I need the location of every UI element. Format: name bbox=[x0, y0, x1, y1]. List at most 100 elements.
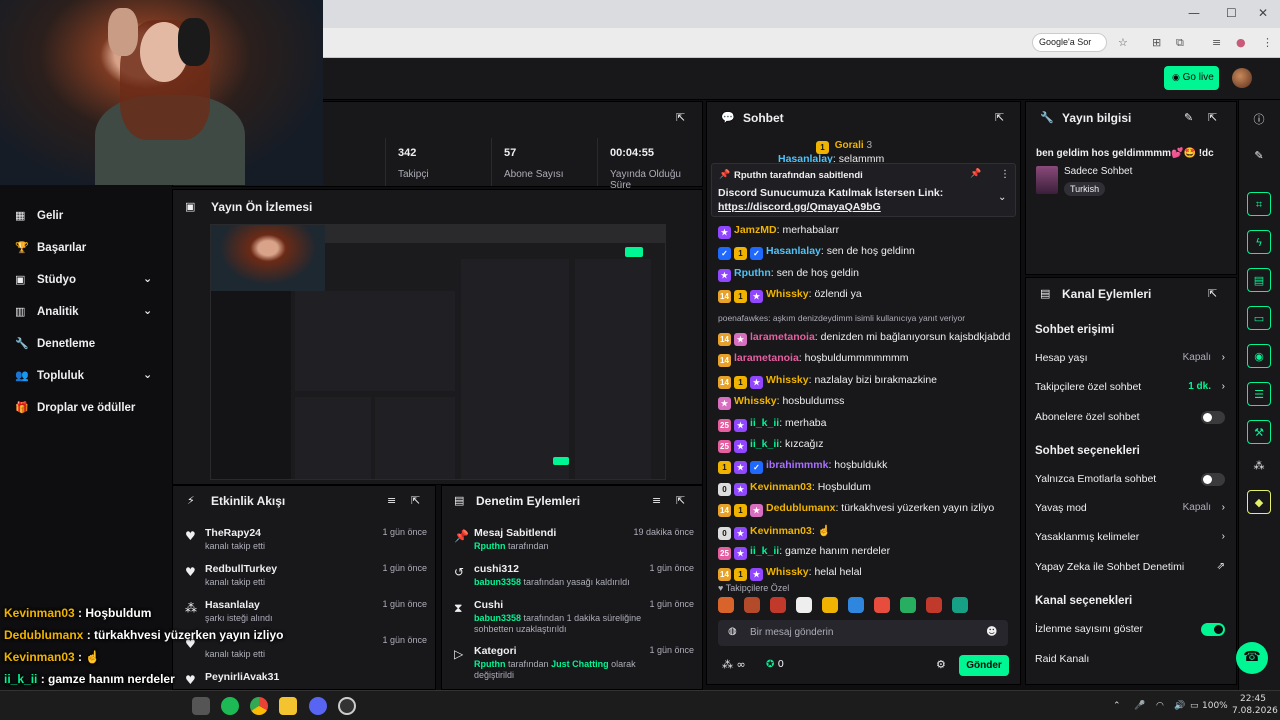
discord-icon[interactable] bbox=[309, 697, 327, 715]
chat-badge-icon[interactable]: ★ bbox=[734, 333, 747, 346]
sidebar-item-droplar-ve-ödüller[interactable]: 🎁 Droplar ve ödüller bbox=[0, 395, 172, 423]
raid-row[interactable]: Raid Kanalı bbox=[1035, 653, 1225, 673]
points-icon[interactable]: ⁂ bbox=[1247, 454, 1271, 478]
extensions-icon[interactable]: ⧉ bbox=[1176, 36, 1184, 50]
chat-badge-icon[interactable]: 0 bbox=[718, 526, 731, 540]
emote-icon[interactable] bbox=[874, 597, 890, 613]
emote-picker-icon[interactable]: ☻ bbox=[986, 625, 997, 638]
clock-date[interactable]: 7.08.2026 bbox=[1232, 706, 1278, 716]
channel-points-button[interactable]: ⁂ ∞ bbox=[722, 658, 746, 671]
chat-username[interactable]: Kevinman03 bbox=[750, 525, 812, 537]
chat-username[interactable]: ii_k_ii bbox=[750, 438, 779, 450]
sidebar-item-topluluk[interactable]: 👥 Topluluk ⌄ bbox=[0, 363, 172, 391]
chat-username[interactable]: JamzMD bbox=[734, 224, 777, 236]
go-live-button[interactable]: ◉ Go live bbox=[1164, 66, 1219, 90]
popout-icon[interactable]: ⇱ bbox=[1208, 287, 1217, 300]
pinned-link[interactable]: https://discord.gg/QmayaQA9bG bbox=[718, 201, 881, 213]
slow-mode-row[interactable]: Yavaş mod Kapalı › bbox=[1035, 502, 1225, 522]
chat-badge-icon[interactable]: 14 bbox=[718, 568, 731, 582]
activity-user[interactable]: TheRapy24 bbox=[205, 527, 261, 539]
chat-username[interactable]: Whissky bbox=[766, 288, 809, 300]
translate-icon[interactable]: ⊞ bbox=[1152, 36, 1161, 49]
chat-badge-icon[interactable]: 1 bbox=[734, 568, 747, 582]
chat-badge-icon[interactable]: ★ bbox=[734, 418, 747, 432]
wifi-icon[interactable]: ◠ bbox=[1156, 701, 1164, 711]
chat-badge-icon[interactable]: ★ bbox=[718, 268, 731, 282]
filter-icon[interactable]: ≡ bbox=[652, 494, 661, 507]
emote-icon[interactable] bbox=[952, 597, 968, 613]
notes-icon[interactable]: ▤ bbox=[1247, 268, 1271, 292]
chat-badge-icon[interactable]: 14 bbox=[718, 504, 731, 518]
chat-badge-icon[interactable]: ★ bbox=[750, 375, 763, 389]
chat-badge-icon[interactable]: 1 bbox=[734, 375, 747, 389]
chat-badge-icon[interactable]: ★ bbox=[750, 504, 763, 518]
chat-badge-icon[interactable]: ★ bbox=[718, 226, 731, 239]
chat-badge-icon[interactable]: 14 bbox=[718, 375, 731, 389]
emote-icon[interactable] bbox=[770, 597, 786, 613]
chat-badge-icon[interactable]: 25 bbox=[718, 418, 731, 432]
chat-username[interactable]: larametanoia bbox=[750, 331, 815, 343]
chat-username[interactable]: ibrahimmmk bbox=[766, 459, 828, 471]
chat-badge-icon[interactable]: ★ bbox=[734, 547, 747, 560]
chat-badge-icon[interactable]: 25 bbox=[718, 547, 731, 560]
edit-icon[interactable]: ✎ bbox=[1184, 111, 1193, 124]
chat-username[interactable]: Hasanlalay bbox=[766, 245, 821, 257]
lightning-icon[interactable]: ϟ bbox=[1247, 230, 1271, 254]
mic-icon[interactable]: 🎤 bbox=[1134, 701, 1145, 711]
banned-words-row[interactable]: Yasaklanmış kelimeler › bbox=[1035, 531, 1225, 551]
sidebar-item-stüdyo[interactable]: ▣ Stüdyo ⌄ bbox=[0, 267, 172, 295]
mod-user[interactable]: Rputhn bbox=[474, 659, 506, 669]
popout-icon[interactable]: ⇱ bbox=[411, 494, 420, 507]
chat-badge-icon[interactable]: ★ bbox=[718, 397, 731, 411]
chat-badge-icon[interactable]: ★ bbox=[734, 461, 747, 475]
unpin-icon[interactable]: 📌 bbox=[970, 169, 981, 179]
mod-user[interactable]: babun3358 bbox=[474, 577, 521, 587]
chat-badge-icon[interactable]: 25 bbox=[718, 440, 731, 453]
emote-only-toggle[interactable] bbox=[1201, 473, 1225, 486]
emote-icon[interactable] bbox=[744, 597, 760, 613]
chat-username[interactable]: Whissky bbox=[766, 566, 809, 578]
file-app-icon[interactable] bbox=[192, 697, 210, 715]
chat-username[interactable]: Rputhn bbox=[734, 267, 771, 279]
filter-icon[interactable]: ≡ bbox=[387, 494, 396, 507]
close-icon[interactable]: ✕ bbox=[1258, 6, 1268, 20]
spotify-icon[interactable] bbox=[221, 697, 239, 715]
chat-badge-icon[interactable]: ★ bbox=[750, 568, 763, 582]
sidebar-item-analitik[interactable]: ▥ Analitik ⌄ bbox=[0, 299, 172, 327]
google-ask-button[interactable]: Google'a Sor bbox=[1032, 33, 1107, 52]
emote-icon[interactable] bbox=[900, 597, 916, 613]
maximize-icon[interactable]: ☐ bbox=[1226, 6, 1237, 20]
chat-username[interactable]: ii_k_ii bbox=[750, 417, 779, 429]
popout-icon[interactable]: ⇱ bbox=[995, 111, 1004, 124]
chat-icon[interactable]: ▭ bbox=[1247, 306, 1271, 330]
wrench-icon[interactable]: ⚒ bbox=[1247, 420, 1271, 444]
folder-icon[interactable] bbox=[279, 697, 297, 715]
clip-icon[interactable]: ⌗ bbox=[1247, 192, 1271, 216]
chat-badge-icon[interactable]: 14 bbox=[718, 290, 731, 304]
chat-username[interactable]: Dedublumanx bbox=[766, 502, 835, 514]
sidebar-item-denetleme[interactable]: 🔧 Denetleme bbox=[0, 331, 172, 359]
chat-badge-icon[interactable]: 14 bbox=[718, 354, 731, 368]
profile-icon[interactable]: ● bbox=[1236, 36, 1246, 49]
broadcast-icon[interactable]: ◉ bbox=[1247, 344, 1271, 368]
gear-icon[interactable]: ⚙ bbox=[936, 658, 946, 671]
sidebar-item-başarılar[interactable]: 🏆 Başarılar bbox=[0, 235, 172, 263]
chevron-down-icon[interactable]: ⌄ bbox=[143, 272, 152, 285]
chat-badge-icon[interactable]: 0 bbox=[718, 482, 731, 496]
pencil-icon[interactable]: ✎ bbox=[1247, 144, 1271, 168]
chevron-down-icon[interactable]: ⌄ bbox=[143, 304, 152, 317]
chevron-down-icon[interactable]: ⌄ bbox=[143, 368, 152, 381]
emote-icon[interactable] bbox=[926, 597, 942, 613]
chat-badge-icon[interactable]: 1 bbox=[734, 247, 747, 261]
diamond-icon[interactable]: ◆ bbox=[1247, 490, 1271, 514]
chevron-down-icon[interactable]: ⌄ bbox=[998, 192, 1006, 203]
menu-dots-icon[interactable]: ⋮ bbox=[1262, 36, 1273, 49]
chat-badge-icon[interactable]: 1 bbox=[734, 504, 747, 518]
activity-user[interactable]: RedbullTurkey bbox=[205, 563, 277, 575]
chrome-icon[interactable] bbox=[250, 697, 268, 715]
sidebar-item-gelir[interactable]: ▦ Gelir bbox=[0, 203, 172, 231]
stream-preview-video[interactable] bbox=[210, 224, 666, 480]
chat-username[interactable]: Whissky bbox=[734, 395, 777, 407]
layout-icon[interactable]: ☰ bbox=[1247, 382, 1271, 406]
chat-badge-icon[interactable]: ★ bbox=[750, 290, 763, 304]
